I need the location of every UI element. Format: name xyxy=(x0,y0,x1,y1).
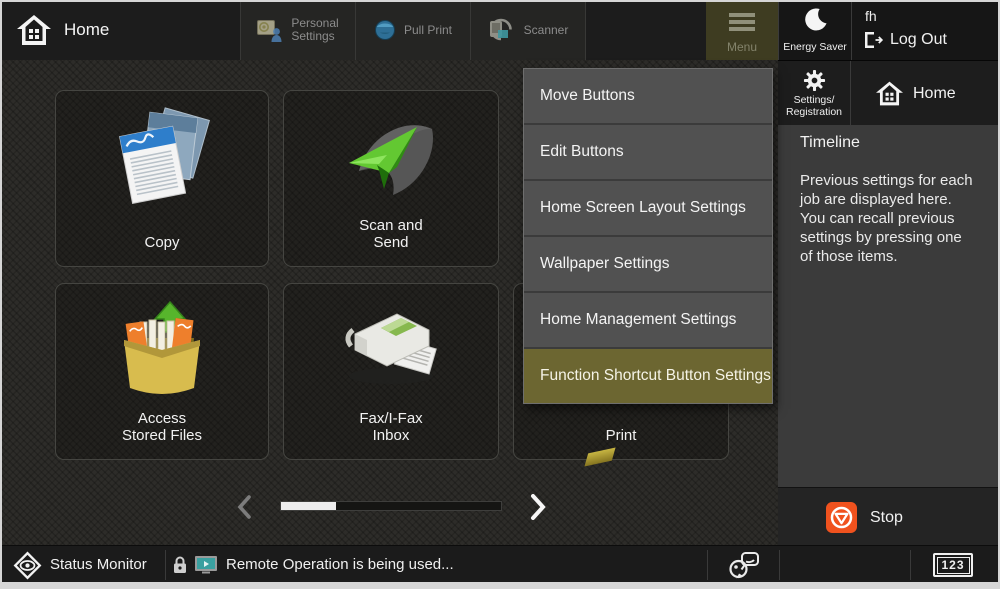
counter-check-button[interactable]: 123 xyxy=(933,553,973,577)
moon-icon xyxy=(805,8,827,32)
stop-area: Stop xyxy=(778,487,1000,546)
tile-label-line: Access xyxy=(56,410,268,427)
personal-settings-button[interactable]: Personal Settings xyxy=(241,0,356,60)
home-icon xyxy=(875,80,904,107)
menu-item-function-shortcut-button-settings[interactable]: Function Shortcut Button Settings xyxy=(524,347,772,403)
quick-bar: Settings/ Registration Home xyxy=(778,60,1000,126)
log-out-label: Log Out xyxy=(890,31,947,49)
tile-fax-ifax-inbox[interactable]: Fax/I-Fax Inbox xyxy=(283,283,499,460)
page-title: Home xyxy=(64,0,109,60)
log-out-button[interactable]: fh Log Out xyxy=(851,0,1000,60)
access-stored-files-icon xyxy=(110,300,214,404)
pull-print-icon xyxy=(374,19,396,41)
lock-icon xyxy=(173,556,187,574)
personal-settings-icon xyxy=(257,19,283,42)
scan-and-send-icon xyxy=(335,107,447,207)
tile-copy[interactable]: Copy xyxy=(55,90,269,267)
hamburger-icon xyxy=(729,13,755,34)
stop-icon xyxy=(826,502,857,533)
timeline-text-line: of those items. xyxy=(800,247,990,266)
energy-saver-button[interactable]: Energy Saver xyxy=(779,0,851,60)
top-bar: Home Personal Settings xyxy=(0,0,1000,60)
menu-item-home-management-settings[interactable]: Home Management Settings xyxy=(524,291,772,347)
menu-button[interactable]: Menu xyxy=(706,0,778,60)
bottom-bar: Status Monitor Remote Operation is being… xyxy=(0,545,1000,584)
remote-operation-message: Remote Operation is being used... xyxy=(226,546,454,584)
divider xyxy=(779,550,780,580)
page-right-chevron-icon[interactable] xyxy=(529,494,547,520)
menu-button-label: Menu xyxy=(706,40,778,54)
timeline-description: Previous settings for each job are displ… xyxy=(800,171,990,266)
timeline-text-line: settings by pressing one xyxy=(800,228,990,247)
page-scrollbar[interactable] xyxy=(280,501,502,511)
tile-scan-and-send[interactable]: Scan and Send xyxy=(283,90,499,267)
settings-registration-button[interactable]: Settings/ Registration xyxy=(778,61,850,126)
tile-access-stored-files[interactable]: Access Stored Files xyxy=(55,283,269,460)
timeline-text-line: Previous settings for each xyxy=(800,171,990,190)
status-monitor-label: Status Monitor xyxy=(50,546,147,584)
page-scroll-fill xyxy=(281,502,336,510)
menu-item-home-screen-layout-settings[interactable]: Home Screen Layout Settings xyxy=(524,179,772,235)
settings-registration-label-line: Registration xyxy=(778,106,850,118)
timeline-title: Timeline xyxy=(800,134,990,152)
divider xyxy=(910,550,911,580)
menu-item-edit-buttons[interactable]: Edit Buttons xyxy=(524,123,772,179)
menu-item-move-buttons[interactable]: Move Buttons xyxy=(524,69,772,123)
shortcut-label-line: Pull Print xyxy=(404,24,452,37)
scanner-button[interactable]: Scanner xyxy=(471,0,586,60)
pull-print-button[interactable]: Pull Print xyxy=(356,0,471,60)
tile-label-line: Scan and xyxy=(284,217,498,234)
gear-icon xyxy=(803,69,826,92)
tile-label-line: Fax/I-Fax xyxy=(284,410,498,427)
energy-saver-label: Energy Saver xyxy=(779,41,851,53)
home-quick-button[interactable]: Home xyxy=(850,61,1000,126)
logged-in-user: fh xyxy=(865,8,877,24)
counter-check-label: 123 xyxy=(937,557,970,574)
timeline-text-line: You can recall previous xyxy=(800,209,990,228)
stop-label: Stop xyxy=(870,509,903,527)
top-right-panel: Energy Saver fh Log Out xyxy=(778,0,1000,60)
timeline-text-line: job are displayed here. xyxy=(800,190,990,209)
home-icon xyxy=(16,13,52,47)
shortcut-label-line: Settings xyxy=(291,30,338,43)
screen-bezel-bottom xyxy=(0,582,1000,589)
menu-dropdown: Move Buttons Edit Buttons Home Screen La… xyxy=(523,68,773,404)
timeline-panel: Timeline Previous settings for each job … xyxy=(778,125,1000,487)
screen-bezel-top xyxy=(0,0,1000,2)
home-quick-label: Home xyxy=(913,61,956,126)
remote-monitor-icon xyxy=(194,555,218,575)
page-left-chevron-icon[interactable] xyxy=(236,495,252,519)
settings-registration-label-line: Settings/ xyxy=(778,94,850,106)
tile-label-line: Print xyxy=(514,427,728,444)
scanner-icon xyxy=(488,18,516,42)
tile-label-line: Inbox xyxy=(284,427,498,444)
shortcut-label-line: Scanner xyxy=(524,24,569,37)
status-monitor-eye-icon xyxy=(13,551,42,580)
log-out-door-icon xyxy=(864,31,884,49)
device-screen: Home Personal Settings xyxy=(0,0,1000,589)
divider xyxy=(707,550,708,580)
tile-label-line: Stored Files xyxy=(56,427,268,444)
screen-bezel-left xyxy=(0,0,2,589)
menu-item-wallpaper-settings[interactable]: Wallpaper Settings xyxy=(524,235,772,291)
copy-icon xyxy=(112,107,212,211)
stop-button[interactable]: Stop xyxy=(826,502,903,533)
phone-speech-bubble-icon[interactable] xyxy=(728,551,760,580)
fax-inbox-icon xyxy=(331,300,451,398)
function-shortcut-bar: Personal Settings Pull Print xyxy=(240,0,586,60)
tile-label-line: Send xyxy=(284,234,498,251)
divider xyxy=(165,550,166,580)
status-monitor-button[interactable]: Status Monitor xyxy=(0,546,165,584)
tile-label-line: Copy xyxy=(56,234,268,251)
